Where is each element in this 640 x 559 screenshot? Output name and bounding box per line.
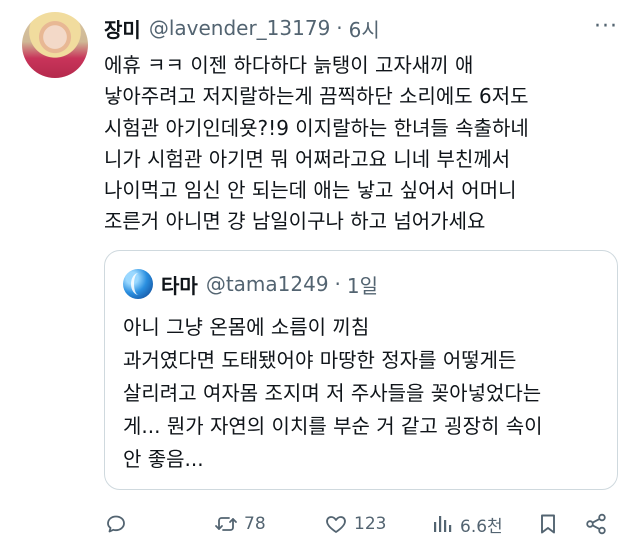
retweet-count: 78	[244, 514, 266, 534]
quoted-header-separator: ·	[334, 272, 341, 296]
tweet-time[interactable]: 6시	[349, 14, 380, 43]
reply-button[interactable]	[104, 508, 134, 540]
like-count: 123	[354, 514, 387, 534]
quoted-tweet-header: 타마 @tama1249 · 1일	[123, 269, 378, 299]
quoted-tweet-time: 1일	[346, 273, 379, 298]
views-chart-icon	[434, 516, 452, 532]
tweet-header: 장미 @lavender_13179 · 6시	[104, 12, 380, 44]
quoted-tweet[interactable]: 타마 @tama1249 · 1일 아니 그냥 온몸에 소름이 끼침 과거였다면…	[104, 250, 618, 490]
quoted-author-avatar	[123, 269, 153, 299]
quoted-tweet-body: 아니 그냥 온몸에 소름이 끼침 과거였다면 도태됐어야 마땅한 정자를 어떻게…	[123, 315, 543, 471]
author-avatar[interactable]	[22, 12, 88, 78]
retweet-icon	[215, 517, 237, 531]
reply-icon	[107, 515, 125, 533]
bookmark-icon	[541, 514, 555, 534]
author-name[interactable]: 장미	[104, 14, 141, 43]
tweet-actions: 78 123 6.6천	[104, 508, 624, 540]
views-count: 6.6천	[460, 516, 503, 537]
share-button[interactable]	[584, 508, 608, 540]
bookmark-button[interactable]	[536, 508, 560, 540]
like-button[interactable]: 123	[324, 508, 386, 540]
header-separator: ·	[336, 16, 343, 40]
quoted-author-handle: @tama1249	[205, 272, 329, 296]
views-button[interactable]: 6.6천	[430, 508, 503, 540]
quoted-author-name: 타마	[161, 273, 198, 298]
retweet-button[interactable]: 78	[214, 508, 266, 540]
heart-icon	[326, 516, 346, 533]
share-icon	[586, 513, 606, 535]
more-dots-icon[interactable]: ···	[590, 14, 622, 39]
tweet-body: 에휴 ㅋㅋ 이젠 하다하다 늙탱이 고자새끼 애 낳아주려고 저지랄하는게 끔찍…	[104, 53, 529, 234]
author-handle[interactable]: @lavender_13179	[149, 16, 330, 40]
